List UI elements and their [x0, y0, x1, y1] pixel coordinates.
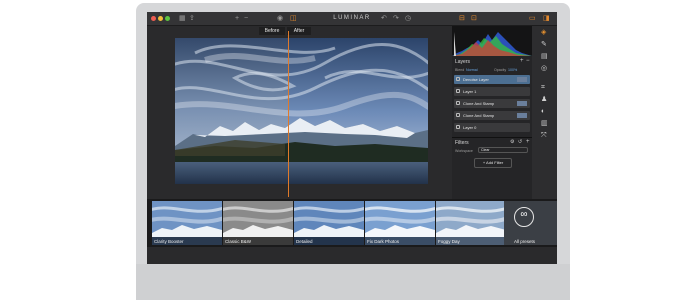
undo-icon[interactable]: ↶	[381, 14, 387, 23]
preset-label: Fix Dark Photos	[367, 239, 400, 244]
photo-canvas[interactable]	[175, 38, 428, 184]
filter-options-icon[interactable]: ⚙	[510, 139, 514, 145]
transform-icon[interactable]: ⤧	[541, 132, 547, 140]
opacity-value[interactable]: 100%	[508, 68, 517, 72]
eye-icon[interactable]	[456, 125, 460, 129]
preset-label: Foggy Day	[438, 239, 460, 244]
eye-icon[interactable]	[456, 113, 460, 117]
preset-label: Detailed	[296, 239, 313, 244]
infinity-icon: ∞	[520, 209, 528, 220]
layer-label: Layer 0	[463, 125, 477, 130]
after-label[interactable]: After	[287, 27, 311, 35]
preset-label: Clarity Booster	[154, 239, 184, 244]
before-label[interactable]: Before	[259, 27, 285, 35]
add-filter-button[interactable]: + Add Filter	[474, 158, 512, 168]
layer-row[interactable]: Denoise Layer	[454, 75, 530, 84]
eye-icon[interactable]	[456, 77, 460, 81]
histogram	[452, 26, 532, 56]
filters-title: Filters	[455, 140, 469, 146]
stamp-icon[interactable]: ♟	[541, 96, 547, 104]
workspace-value: Clear	[481, 148, 490, 152]
palette-icon[interactable]: ◈	[541, 29, 546, 37]
compare-split-handle[interactable]	[288, 31, 289, 197]
layer-label: Clone And Stamp	[463, 113, 495, 118]
layer-thumbnail	[517, 113, 527, 118]
filter-add-icon[interactable]: +	[526, 139, 530, 145]
layer-label: Clone And Stamp	[463, 101, 495, 106]
layer-label: Layer 1	[463, 89, 477, 94]
layout-icon[interactable]: ▭	[529, 14, 536, 23]
preset-thumb[interactable]: Clarity Booster	[152, 201, 222, 245]
opacity-label: Opacity	[494, 68, 507, 72]
layer-row[interactable]: Layer 0	[454, 123, 530, 132]
history-icon[interactable]: ◷	[405, 14, 411, 23]
eye-icon[interactable]	[456, 89, 460, 93]
layer-thumbnail	[517, 77, 527, 82]
app-title: LUMINAR	[333, 15, 371, 21]
blend-label: Blend	[455, 68, 465, 72]
layer-row[interactable]: Clone And Stamp	[454, 111, 530, 120]
all-presets-button[interactable]: ∞ All presets	[504, 201, 557, 245]
workspace-select[interactable]: Clear	[478, 147, 528, 153]
add-layer-icon[interactable]: +	[520, 58, 524, 64]
layers-panel: Layers + − Blend Normal Opacity 100% Den…	[452, 26, 532, 199]
panel-divider	[452, 137, 532, 138]
preset-thumb[interactable]: Foggy Day	[436, 201, 506, 245]
tool-sidebar: ◈ ✎ ▤ ◎ ⌗ ♟ ◐ ▥ ⤧	[532, 26, 557, 199]
preset-thumb[interactable]: Classic B&W	[223, 201, 293, 245]
eye-icon[interactable]	[456, 101, 460, 105]
layers-icon[interactable]: ▤	[541, 53, 548, 61]
crop-icon[interactable]: ⊡	[471, 14, 477, 23]
layer-label: Denoise Layer	[463, 77, 489, 82]
layer-row[interactable]: Layer 1	[454, 87, 530, 96]
erase-icon[interactable]: ◐	[541, 108, 545, 116]
preset-thumb[interactable]: Detailed	[294, 201, 364, 245]
preset-thumb[interactable]: Fix Dark Photos	[365, 201, 435, 245]
gradient-icon[interactable]: ▥	[541, 120, 548, 128]
redo-icon[interactable]: ↷	[393, 14, 399, 23]
brush-icon[interactable]: ✎	[541, 41, 547, 49]
crop-tool-icon[interactable]: ⌗	[541, 84, 545, 92]
presets-strip: Clarity Booster Classic B&W Detailed Fix…	[147, 199, 557, 247]
split-view-icon[interactable]: ⊟	[459, 14, 465, 23]
layer-thumbnail	[517, 101, 527, 106]
layers-title: Layers	[455, 59, 471, 65]
layer-row[interactable]: Clone And Stamp	[454, 99, 530, 108]
filter-reset-icon[interactable]: ↺	[518, 139, 522, 145]
landscape-photo	[175, 38, 428, 184]
remove-layer-icon[interactable]: −	[526, 58, 530, 64]
preset-label: Classic B&W	[225, 239, 252, 244]
app-window: ▦ ⇪ + − ◉ ◫ LUMINAR ↶ ↷ ◷ ⊟ ⊡ ▭ ◨ Before…	[147, 12, 557, 264]
workspace-label: Workspace	[455, 149, 473, 153]
title-bar: ▦ ⇪ + − ◉ ◫ LUMINAR ↶ ↷ ◷ ⊟ ⊡ ▭ ◨	[147, 12, 557, 26]
panel-icon[interactable]: ◨	[543, 14, 550, 23]
monitor-chin	[136, 264, 570, 300]
all-presets-label: All presets	[514, 239, 536, 244]
blend-select[interactable]: Normal	[466, 68, 478, 72]
target-icon[interactable]: ◎	[541, 65, 547, 73]
